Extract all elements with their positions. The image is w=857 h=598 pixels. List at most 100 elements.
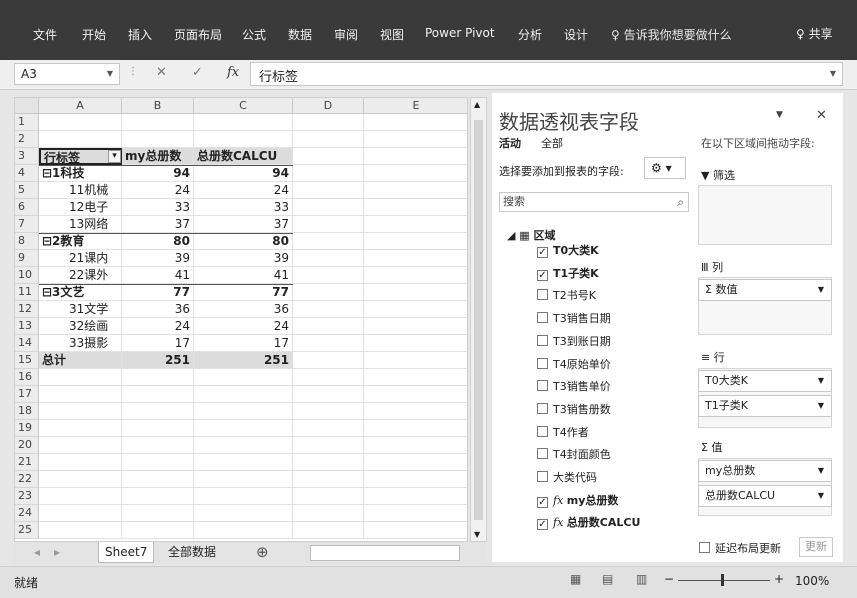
grid-cell[interactable] [39, 471, 122, 488]
grid-cell[interactable] [364, 182, 467, 199]
pivot-value-calcu[interactable]: 77 [194, 284, 293, 301]
checkbox-checked-icon[interactable]: ✓ [537, 519, 548, 530]
row-header[interactable]: 16 [15, 369, 39, 386]
pivot-header-calcu[interactable]: 总册数CALCU [194, 148, 293, 165]
grid-cell[interactable] [364, 114, 467, 131]
checkbox-icon[interactable] [537, 358, 548, 369]
columns-field-values[interactable]: Σ 数值 ▼ [698, 279, 832, 301]
next-sheet-icon[interactable]: ▸ [48, 542, 66, 563]
pivot-value-my[interactable]: 24 [122, 182, 194, 199]
grid-cell[interactable] [364, 318, 467, 335]
pivot-row-label[interactable]: 11机械 [39, 182, 122, 199]
grid-cell[interactable] [364, 454, 467, 471]
grid-cell[interactable] [364, 250, 467, 267]
tab-review[interactable]: 审阅 [334, 26, 358, 43]
grid-cell[interactable] [122, 488, 194, 505]
grid-cell[interactable] [122, 471, 194, 488]
pivot-grand-total-label[interactable]: 总计 [39, 352, 122, 369]
field-item[interactable]: ✓ fx my总册数 [537, 492, 618, 510]
pivot-row-label[interactable]: 22课外 [39, 267, 122, 284]
row-header[interactable]: 1 [15, 114, 39, 131]
field-item[interactable]: T3销售单价 [537, 378, 611, 396]
share-button[interactable]: ♀ 共享 [796, 25, 833, 42]
pivot-grand-total-my[interactable]: 251 [122, 352, 194, 369]
page-layout-view-icon[interactable]: ▤ [602, 572, 613, 586]
pivot-row-label[interactable]: 32绘画 [39, 318, 122, 335]
scroll-up-icon[interactable]: ▲ [474, 100, 480, 109]
grid-cell[interactable] [293, 522, 364, 539]
grid-cell[interactable] [364, 335, 467, 352]
checkbox-icon[interactable] [537, 426, 548, 437]
chevron-down-icon[interactable]: ▼ [818, 396, 824, 416]
pivot-row-label[interactable]: 33摄影 [39, 335, 122, 352]
grid-cell[interactable] [194, 131, 293, 148]
column-header-e[interactable]: E [364, 98, 467, 114]
pivot-value-my[interactable]: 39 [122, 250, 194, 267]
grid-cell[interactable] [293, 182, 364, 199]
grid-cell[interactable] [293, 335, 364, 352]
zoom-slider-track[interactable] [678, 580, 770, 581]
grid-cell[interactable] [122, 114, 194, 131]
pivot-value-calcu[interactable]: 94 [194, 165, 293, 182]
checkbox-icon[interactable] [537, 448, 548, 459]
pivot-value-calcu[interactable]: 80 [194, 233, 293, 250]
grid-cell[interactable] [39, 403, 122, 420]
grid-cell[interactable] [364, 437, 467, 454]
pivot-value-calcu[interactable]: 36 [194, 301, 293, 318]
grid-cell[interactable] [293, 233, 364, 250]
row-header[interactable]: 14 [15, 335, 39, 352]
pivot-row-label[interactable]: 12电子 [39, 199, 122, 216]
tab-power-pivot[interactable]: Power Pivot [425, 26, 495, 40]
row-header[interactable]: 25 [15, 522, 39, 539]
row-header[interactable]: 21 [15, 454, 39, 471]
pivot-value-my[interactable]: 17 [122, 335, 194, 352]
column-header-c[interactable]: C [194, 98, 293, 114]
row-header[interactable]: 2 [15, 131, 39, 148]
pivot-row-label[interactable]: 13网络 [39, 216, 122, 233]
row-header[interactable]: 22 [15, 471, 39, 488]
field-settings-gear-icon[interactable]: ⚙ ▾ [644, 157, 686, 179]
grid-cell[interactable] [364, 216, 467, 233]
horizontal-scrollbar[interactable] [310, 545, 460, 561]
chevron-down-icon[interactable]: ▼ [818, 280, 824, 300]
pivot-row-label[interactable]: 31文学 [39, 301, 122, 318]
checkbox-icon[interactable] [537, 403, 548, 414]
grid-cell[interactable] [293, 114, 364, 131]
tab-all-fields[interactable]: 全部 [541, 135, 563, 151]
grid-cell[interactable] [364, 369, 467, 386]
tab-file[interactable]: 文件 [33, 26, 57, 43]
grid-cell[interactable] [194, 471, 293, 488]
pivot-value-calcu[interactable]: 41 [194, 267, 293, 284]
grid-cell[interactable] [293, 284, 364, 301]
field-item[interactable]: T3到账日期 [537, 333, 611, 351]
field-item[interactable]: T4作者 [537, 424, 589, 442]
grid-cell[interactable] [364, 131, 467, 148]
zoom-in-icon[interactable]: + [774, 572, 784, 586]
grid-cell[interactable] [293, 250, 364, 267]
grid-cell[interactable] [122, 454, 194, 471]
select-all-corner[interactable] [15, 98, 39, 114]
filter-drop-area[interactable] [698, 185, 832, 245]
grid-cell[interactable] [364, 148, 467, 165]
grid-cell[interactable] [293, 216, 364, 233]
grid-cell[interactable] [293, 199, 364, 216]
grid-cell[interactable] [194, 505, 293, 522]
zoom-out-icon[interactable]: − [664, 572, 674, 586]
pivot-value-my[interactable]: 80 [122, 233, 194, 250]
insert-function-icon[interactable]: fx [227, 65, 239, 80]
grid-cell[interactable] [293, 148, 364, 165]
grid-cell[interactable] [122, 403, 194, 420]
pivot-value-my[interactable]: 37 [122, 216, 194, 233]
grid-cell[interactable] [122, 437, 194, 454]
expand-formula-icon[interactable]: ▼ [830, 69, 836, 78]
row-header[interactable]: 11 [15, 284, 39, 301]
grid-cell[interactable] [122, 522, 194, 539]
grid-cell[interactable] [39, 437, 122, 454]
checkbox-icon[interactable] [537, 335, 548, 346]
row-header[interactable]: 17 [15, 386, 39, 403]
grid-cell[interactable] [39, 454, 122, 471]
enter-icon[interactable]: ✓ [192, 65, 203, 80]
grid-cell[interactable] [122, 369, 194, 386]
field-item[interactable]: ✓ T0大类K [537, 242, 599, 260]
pivot-value-calcu[interactable]: 33 [194, 199, 293, 216]
